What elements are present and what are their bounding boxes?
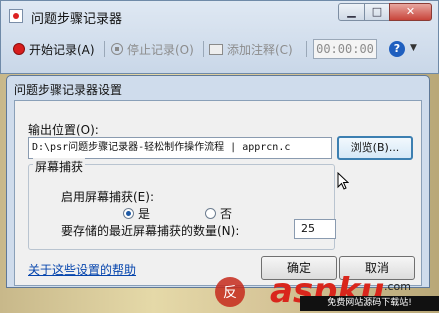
- elapsed-timer: 00:00:00: [313, 39, 377, 59]
- stop-icon: [111, 43, 123, 55]
- toolbar-separator: [306, 41, 307, 57]
- dialog-body: 输出位置(O): D:\psr问题步骤记录器-轻松制作操作流程 | apprcn…: [14, 100, 422, 286]
- settings-dialog: 问题步骤记录器设置 输出位置(O): D:\psr问题步骤记录器-轻松制作操作流…: [6, 75, 430, 288]
- capture-yes-radio[interactable]: 是: [123, 205, 150, 222]
- add-note-label: 添加注释(C): [227, 42, 293, 57]
- output-path-input[interactable]: D:\psr问题步骤记录器-轻松制作操作流程 | apprcn.c: [28, 137, 332, 159]
- screen: 问题步骤记录器 ▁ □ ✕ 开始记录(A) 停止记录(O) 添加注释(C) 00…: [0, 0, 439, 313]
- radio-selected-icon: [123, 208, 134, 219]
- mouse-cursor-icon: [337, 172, 349, 190]
- close-button[interactable]: ✕: [389, 3, 432, 21]
- toolbar-separator: [104, 41, 105, 57]
- capture-no-radio[interactable]: 否: [205, 205, 232, 222]
- capture-yes-label: 是: [138, 207, 151, 221]
- maximize-button[interactable]: □: [364, 3, 390, 21]
- capture-no-label: 否: [220, 207, 233, 221]
- stop-record-button[interactable]: 停止记录(O): [111, 39, 194, 59]
- psr-window-title: 问题步骤记录器: [31, 12, 123, 27]
- stop-record-label: 停止记录(O): [127, 42, 194, 57]
- enable-capture-label: 启用屏幕捕获(E):: [61, 190, 154, 204]
- start-record-label: 开始记录(A): [29, 42, 95, 57]
- screen-capture-group-title: 屏幕捕获: [33, 158, 86, 175]
- chevron-down-icon[interactable]: ▼: [410, 43, 417, 53]
- browse-button[interactable]: 浏览(B)...: [337, 136, 413, 160]
- recorder-app-icon: [9, 9, 23, 23]
- dialog-title: 问题步骤记录器设置: [14, 83, 123, 97]
- psr-main-window: 问题步骤记录器 ▁ □ ✕ 开始记录(A) 停止记录(O) 添加注释(C) 00…: [0, 0, 439, 74]
- output-location-label: 输出位置(O):: [28, 123, 99, 137]
- add-note-button[interactable]: 添加注释(C): [209, 39, 293, 59]
- watermark-subtitle: 免费网站源码下载站!: [300, 296, 439, 311]
- psr-titlebar: 问题步骤记录器 ▁ □ ✕: [1, 1, 438, 31]
- note-icon: [209, 43, 223, 55]
- help-icon[interactable]: ?: [389, 41, 405, 57]
- record-dot-icon: [13, 43, 25, 55]
- svg-text:.com: .com: [384, 280, 411, 293]
- svg-text:反: 反: [223, 285, 237, 301]
- capture-count-label: 要存储的最近屏幕捕获的数量(N):: [61, 224, 240, 238]
- capture-count-input[interactable]: 25: [294, 219, 336, 239]
- toolbar-separator: [203, 41, 204, 57]
- start-record-button[interactable]: 开始记录(A): [13, 39, 95, 59]
- psr-toolbar: 开始记录(A) 停止记录(O) 添加注释(C) 00:00:00 ? ▼: [7, 35, 432, 63]
- settings-help-link[interactable]: 关于这些设置的帮助: [28, 261, 136, 278]
- minimize-button[interactable]: ▁: [338, 3, 365, 21]
- radio-unselected-icon: [205, 208, 216, 219]
